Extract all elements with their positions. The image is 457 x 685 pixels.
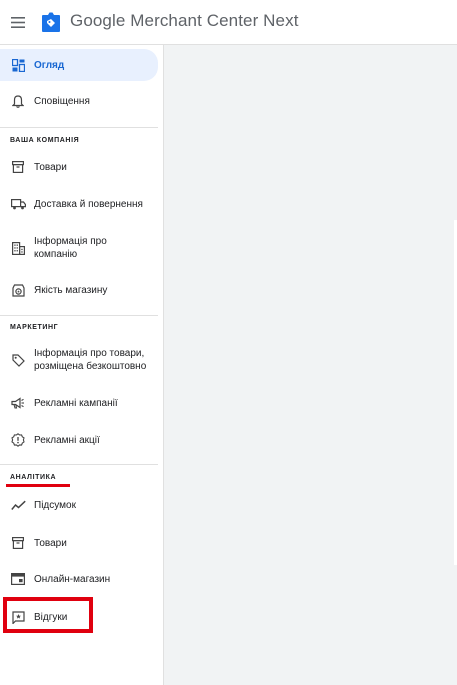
annotation-underline bbox=[6, 484, 70, 487]
sidebar-item-products[interactable]: Товари bbox=[0, 151, 158, 183]
sidebar-item-business-info[interactable]: Інформація про компанію bbox=[0, 228, 158, 268]
sidebar-item-overview[interactable]: Огляд bbox=[0, 49, 158, 81]
archive-box-icon bbox=[10, 159, 26, 175]
storefront-icon bbox=[10, 571, 26, 587]
sidebar-item-promotions[interactable]: Рекламні акції bbox=[0, 424, 158, 456]
sidebar-item-summary[interactable]: Підсумок bbox=[0, 489, 158, 521]
sidebar-item-label: Інформація про товари, розміщена безкошт… bbox=[34, 348, 147, 372]
dashboard-icon bbox=[10, 57, 26, 73]
app-header: Google Merchant Center Next bbox=[0, 0, 457, 45]
sidebar-item-label: Огляд bbox=[34, 59, 65, 71]
section-divider bbox=[0, 315, 158, 316]
sidebar-item-online-store[interactable]: Онлайн-магазин bbox=[0, 563, 158, 595]
sidebar-nav: Огляд Сповіщення ВАША КОМПАНІЯ Товари До… bbox=[0, 45, 164, 685]
sidebar-item-label: Онлайн-магазин bbox=[34, 573, 111, 585]
product-name: Merchant Center Next bbox=[130, 11, 299, 30]
section-title-marketing: МАРКЕТИНГ bbox=[10, 324, 59, 331]
bell-icon bbox=[10, 93, 26, 109]
sidebar-item-label: Товари bbox=[34, 161, 67, 173]
section-title-company: ВАША КОМПАНІЯ bbox=[10, 137, 80, 144]
sidebar-item-free-listings[interactable]: Інформація про товари, розміщена безкошт… bbox=[0, 340, 158, 380]
sidebar-item-label: Рекламні кампанії bbox=[34, 397, 118, 409]
merchant-center-tag-icon[interactable] bbox=[41, 11, 61, 33]
section-title-analytics: АНАЛІТИКА bbox=[10, 474, 57, 481]
sidebar-item-label: Якість магазину bbox=[34, 284, 108, 296]
section-divider bbox=[0, 464, 158, 465]
brand-name: Google bbox=[70, 11, 126, 30]
archive-box-icon bbox=[10, 535, 26, 551]
trend-line-icon bbox=[10, 497, 26, 513]
annotation-highlight-box bbox=[3, 597, 93, 633]
sidebar-item-notifications[interactable]: Сповіщення bbox=[0, 85, 158, 117]
sidebar-item-label: Доставка й повернення bbox=[34, 198, 143, 210]
main-content bbox=[164, 45, 457, 685]
sidebar-item-label: Інформація про компанію bbox=[34, 236, 107, 260]
sidebar-item-shipping-returns[interactable]: Доставка й повернення bbox=[0, 188, 158, 220]
tag-icon bbox=[10, 352, 26, 368]
sidebar-item-label: Підсумок bbox=[34, 499, 76, 511]
building-icon bbox=[10, 240, 26, 256]
sidebar-item-label: Сповіщення bbox=[34, 95, 90, 107]
sidebar-item-store-quality[interactable]: Якість магазину bbox=[0, 274, 158, 306]
sidebar-item-label: Рекламні акції bbox=[34, 434, 100, 446]
truck-icon bbox=[10, 196, 26, 212]
sidebar-item-label: Товари bbox=[34, 537, 67, 549]
sidebar-item-ad-campaigns[interactable]: Рекламні кампанії bbox=[0, 387, 158, 419]
app-title: Google Merchant Center Next bbox=[70, 11, 299, 31]
store-quality-icon bbox=[10, 282, 26, 298]
hamburger-menu-icon[interactable] bbox=[8, 12, 28, 32]
megaphone-icon bbox=[10, 395, 26, 411]
sidebar-item-analytics-products[interactable]: Товари bbox=[0, 527, 158, 559]
section-divider bbox=[0, 127, 158, 128]
promo-alert-icon bbox=[10, 432, 26, 448]
